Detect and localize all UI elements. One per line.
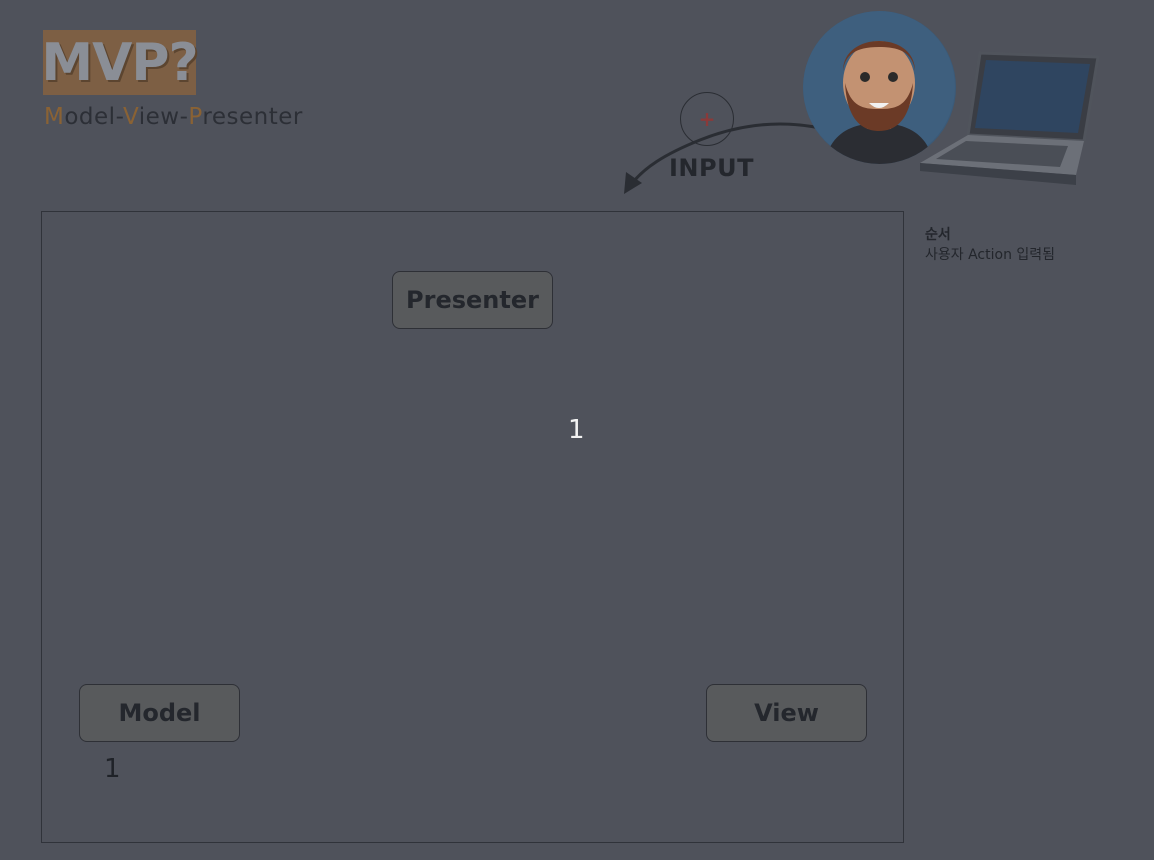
view-node: View [706, 684, 867, 742]
order-text: 사용자 Action 입력됨 [925, 247, 1056, 263]
plus-icon: + [698, 107, 716, 131]
plus-circle: + [680, 92, 734, 146]
input-label: INPUT [669, 154, 754, 182]
model-node: Model [79, 684, 240, 742]
laptop-icon [920, 51, 1100, 185]
presenter-node: Presenter [392, 271, 553, 329]
model-counter: 1 [104, 754, 121, 784]
order-title: 순서 [925, 227, 951, 243]
presenter-counter: 1 [568, 415, 585, 445]
